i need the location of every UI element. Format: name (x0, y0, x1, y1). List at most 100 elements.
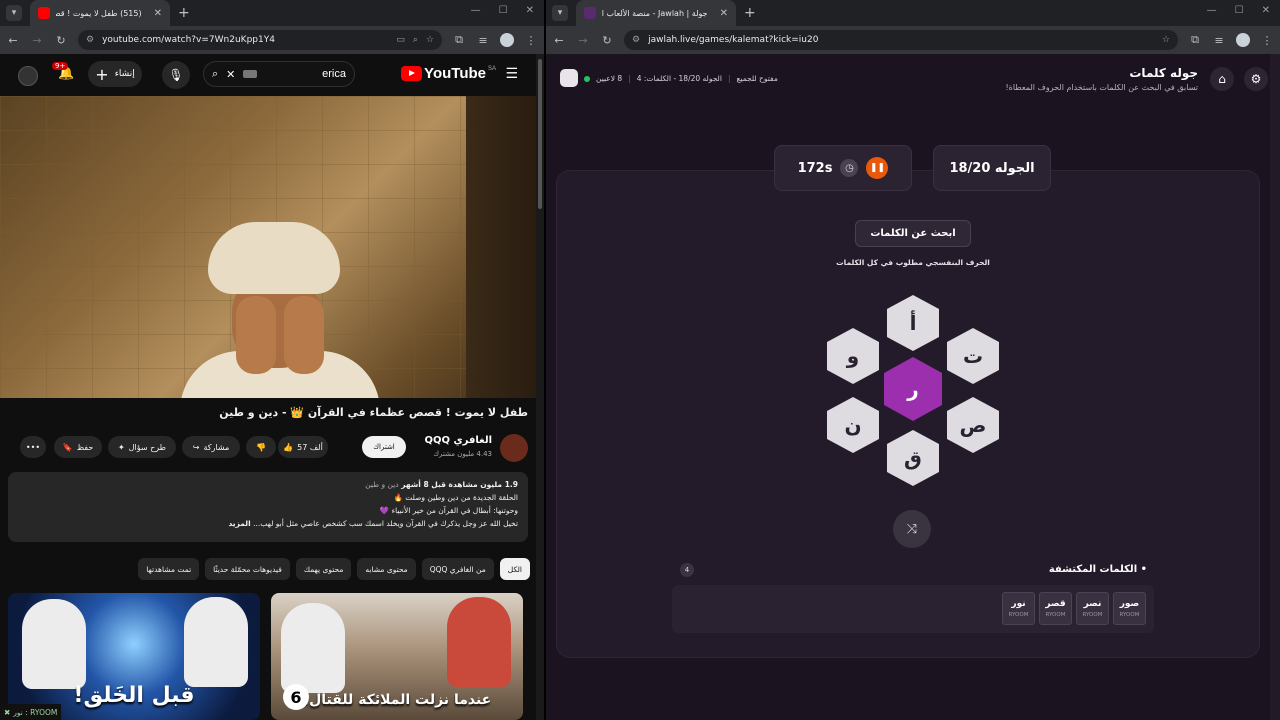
tab-close-icon[interactable]: ✕ (154, 8, 162, 19)
browser-toolbar: ← → ↻ ⚙ youtube.com/watch?v=7Wn2uKpp1Y4 … (0, 26, 544, 54)
forward-icon[interactable]: → (30, 34, 44, 47)
related-video-thumbnail-1[interactable]: قبل الخَلق! (8, 593, 260, 720)
page-scrollbar[interactable] (1270, 54, 1280, 720)
tab-jawlah[interactable]: جولة | Jawlah - منصة الألعاب الذ... ✕ (576, 0, 736, 26)
url-text: youtube.com/watch?v=7Wn2uKpp1Y4 (102, 35, 275, 45)
search-input[interactable]: erica (322, 68, 346, 80)
desc-line-3: تخيل الله عز وجل يذكرك في القرآن ويخلد ا… (253, 519, 518, 528)
chip-for-you[interactable]: محتوى يهمك (295, 558, 352, 580)
cast-icon[interactable]: ▭ (396, 35, 405, 45)
chip-recent[interactable]: فيديوهات محمّلة حديثًا (205, 558, 290, 580)
found-word-player: RYOOM (1045, 612, 1066, 618)
address-bar[interactable]: ⚙ jawlah.live/games/kalemat?kick=iu20 ☆ (624, 30, 1178, 50)
site-info-icon[interactable]: ⚙ (86, 35, 94, 45)
voice-search-icon[interactable]: 🎙 (162, 61, 190, 89)
chip-all[interactable]: الكل (499, 558, 530, 580)
video-frame-hand-left (236, 296, 276, 374)
tab-youtube[interactable]: (515) طفل لا يموت ! قصص... ✕ (30, 0, 170, 26)
channel-name[interactable]: الغافري QQQ (424, 435, 492, 446)
related-video-thumbnail-2[interactable]: عندما نزلت الملائكة للقتال! 6 (271, 593, 523, 720)
chrome-menu-icon[interactable]: ⋮ (524, 34, 538, 47)
tab-title: جولة | Jawlah - منصة الألعاب الذ... (602, 8, 708, 18)
youtube-play-logo-icon (401, 66, 423, 81)
clock-icon: ◷ (840, 159, 859, 177)
new-tab-button[interactable]: + (178, 5, 190, 21)
forward-icon[interactable]: → (576, 34, 590, 47)
found-word-card: صور RYOOM (1113, 592, 1146, 625)
video-frame-turban (208, 222, 340, 294)
chip-from-channel[interactable]: من الغافري QQQ (421, 558, 494, 580)
media-icon[interactable]: ≡ (1212, 34, 1226, 47)
more-actions-button[interactable]: ••• (20, 436, 46, 458)
home-icon[interactable]: ⌂ (1210, 67, 1234, 91)
zoom-icon[interactable]: ⌕ (413, 35, 418, 45)
keyboard-icon[interactable] (243, 70, 258, 78)
extensions-icon[interactable]: ⧉ (1188, 33, 1202, 47)
subscribe-button[interactable]: اشتراك (362, 436, 406, 458)
back-icon[interactable]: ← (6, 34, 20, 47)
notifications-bell-icon[interactable]: 🔔 9+ (52, 62, 74, 81)
thumb-person-right (184, 597, 248, 687)
scrollbar-thumb[interactable] (538, 59, 542, 209)
game-subtitle: تسابق في البحث عن الكلمات باستخدام الحرو… (1005, 83, 1198, 92)
save-button[interactable]: 🔖 حفظ (54, 436, 102, 458)
chrome-menu-icon[interactable]: ⋮ (1260, 34, 1274, 47)
thumb-caption-2: عندما نزلت الملائكة للقتال! (302, 692, 492, 708)
hamburger-menu-icon[interactable]: ☰ (505, 66, 518, 82)
reload-icon[interactable]: ↻ (600, 34, 614, 47)
like-button[interactable]: 👍 57 ألف (278, 436, 328, 458)
shuffle-icon[interactable]: ⤨ (893, 510, 931, 548)
pause-button[interactable]: ❚❚ (866, 157, 889, 179)
thumb-person-left (22, 599, 86, 689)
bookmark-star-icon[interactable]: ☆ (426, 35, 434, 45)
profile-avatar[interactable] (1236, 33, 1250, 47)
share-button[interactable]: ↪ مشاركة (182, 436, 240, 458)
create-button[interactable]: + إنشاء (88, 61, 142, 87)
maximize-button[interactable]: ☐ (499, 5, 508, 16)
found-words-count: 4 (680, 563, 694, 577)
video-player[interactable] (0, 96, 536, 398)
search-icon[interactable]: ⌕ (212, 67, 218, 81)
search-box[interactable]: ⌕ ✕ erica (203, 61, 355, 87)
minimize-button[interactable]: — (471, 5, 481, 16)
close-window-button[interactable]: ✕ (526, 5, 534, 16)
timer-box: 172s ◷ ❚❚ (774, 145, 912, 191)
found-words-title-text: الكلمات المكتشفة (1048, 564, 1138, 575)
bookmark-star-icon[interactable]: ☆ (1162, 35, 1170, 45)
new-tab-button[interactable]: + (744, 5, 756, 21)
tab-search-button[interactable]: ▾ (552, 5, 568, 21)
profile-avatar[interactable] (500, 33, 514, 47)
channel-avatar[interactable] (500, 434, 528, 462)
account-avatar[interactable] (18, 66, 38, 86)
round-words: الجوله 18/20 - الكلمات: 4 (636, 74, 722, 83)
youtube-logo[interactable]: YouTube SA (401, 65, 496, 82)
address-bar[interactable]: ⚙ youtube.com/watch?v=7Wn2uKpp1Y4 ▭ ⌕ ☆ (78, 30, 442, 50)
found-word-card: قصر RYOOM (1039, 592, 1072, 625)
back-icon[interactable]: ← (552, 34, 566, 47)
found-word-card: نور RYOOM (1002, 592, 1035, 625)
dislike-button[interactable]: 👎 (246, 436, 276, 458)
close-window-button[interactable]: ✕ (1262, 5, 1270, 16)
chip-watched[interactable]: تمت مشاهدتها (138, 558, 200, 580)
clear-search-icon[interactable]: ✕ (226, 68, 235, 81)
site-info-icon[interactable]: ⚙ (632, 35, 640, 45)
ask-button[interactable]: ✦ طرح سؤال (108, 436, 176, 458)
find-words-button[interactable]: ابحث عن الكلمات (855, 220, 971, 247)
media-icon[interactable]: ≡ (476, 34, 490, 47)
desc-more-link[interactable]: المزيد (228, 519, 250, 528)
maximize-button[interactable]: ☐ (1235, 5, 1244, 16)
page-scrollbar[interactable] (536, 54, 544, 720)
extensions-icon[interactable]: ⧉ (452, 33, 466, 47)
reload-icon[interactable]: ↻ (54, 34, 68, 47)
found-words-list: صور RYOOM نصر RYOOM قصر RYOOM نور RYOOM (672, 585, 1154, 633)
youtube-browser-window: ▾ (515) طفل لا يموت ! قصص... ✕ + — ☐ ✕ ←… (0, 0, 544, 720)
jawlah-logo-icon[interactable] (560, 69, 578, 87)
found-word: صور (1119, 599, 1140, 609)
video-description[interactable]: 1.9 مليون مشاهدة قبل 8 أشهر دين و طين ال… (8, 472, 528, 542)
tab-search-button[interactable]: ▾ (6, 5, 22, 21)
tab-close-icon[interactable]: ✕ (720, 8, 728, 19)
settings-gear-icon[interactable]: ⚙ (1244, 67, 1268, 91)
chip-similar[interactable]: محتوى مشابه (357, 558, 416, 580)
desc-meta: 1.9 مليون مشاهدة قبل 8 أشهر دين و طين (18, 478, 518, 491)
minimize-button[interactable]: — (1207, 5, 1217, 16)
